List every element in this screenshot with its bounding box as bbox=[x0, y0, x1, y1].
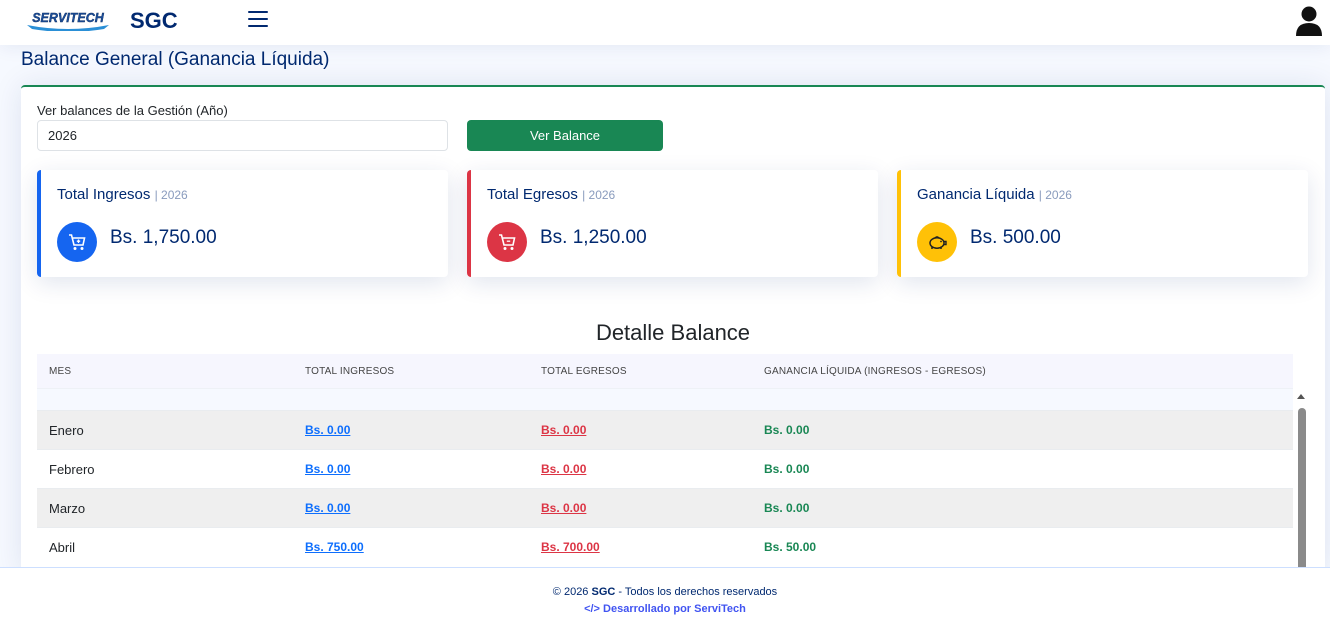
servitech-logo[interactable]: SERVITECH bbox=[24, 9, 112, 31]
svg-text:SERVITECH: SERVITECH bbox=[32, 11, 105, 25]
balance-table: MES TOTAL INGRESOS TOTAL EGRESOS GANANCI… bbox=[37, 354, 1309, 575]
year-input[interactable] bbox=[37, 120, 448, 151]
table-row: Enero Bs. 0.00 Bs. 0.00 Bs. 0.00 bbox=[37, 410, 1293, 449]
cell-ganancia: Bs. 0.00 bbox=[764, 501, 810, 515]
user-avatar-icon[interactable] bbox=[1294, 5, 1324, 37]
column-header-ingresos[interactable]: TOTAL INGRESOS bbox=[305, 366, 394, 377]
cell-ingresos-link[interactable]: Bs. 750.00 bbox=[305, 540, 364, 554]
stat-value: Bs. 500.00 bbox=[970, 227, 1061, 248]
cell-ganancia: Bs. 0.00 bbox=[764, 423, 810, 437]
code-icon: </> bbox=[584, 603, 600, 615]
stat-value: Bs. 1,750.00 bbox=[110, 227, 217, 248]
column-header-egresos[interactable]: TOTAL EGRESOS bbox=[541, 366, 627, 377]
copyright-brand: SGC bbox=[591, 586, 616, 598]
stat-value: Bs. 1,250.00 bbox=[540, 227, 647, 248]
column-header-ganancia[interactable]: GANANCIA LÍQUIDA (INGRESOS - EGRESOS) bbox=[764, 366, 986, 377]
page-title: Balance General (Ganancia Líquida) bbox=[21, 49, 330, 70]
ver-balance-button[interactable]: Ver Balance bbox=[467, 120, 663, 151]
piggy-bank-icon bbox=[917, 222, 957, 262]
top-header: SERVITECH SGC bbox=[0, 0, 1330, 45]
stat-year: | 2026 bbox=[1038, 188, 1072, 202]
cell-ingresos-link[interactable]: Bs. 0.00 bbox=[305, 462, 350, 476]
stat-title-text: Total Ingresos bbox=[57, 186, 151, 203]
table-scrollbar[interactable] bbox=[1295, 388, 1309, 575]
footer-developer-link[interactable]: </> Desarrollado por ServiTech bbox=[0, 603, 1330, 615]
stat-title: Total Egresos | 2026 bbox=[487, 186, 615, 203]
table-row: Febrero Bs. 0.00 Bs. 0.00 Bs. 0.00 bbox=[37, 449, 1293, 488]
footer-copyright: © 2026 SGC - Todos los derechos reservad… bbox=[0, 586, 1330, 598]
column-header-mes[interactable]: MES bbox=[49, 366, 71, 377]
scroll-up-arrow-icon[interactable] bbox=[1297, 394, 1305, 399]
stat-accent-bar bbox=[37, 170, 41, 277]
footer: © 2026 SGC - Todos los derechos reservad… bbox=[0, 567, 1330, 626]
cart-icon bbox=[487, 222, 527, 262]
stat-title-text: Total Egresos bbox=[487, 186, 578, 203]
stat-title-text: Ganancia Líquida bbox=[917, 186, 1035, 203]
cell-mes: Enero bbox=[49, 423, 84, 438]
menu-toggle-icon[interactable] bbox=[248, 11, 268, 29]
stat-title: Ganancia Líquida | 2026 bbox=[917, 186, 1072, 203]
stat-year: | 2026 bbox=[154, 188, 188, 202]
stat-card-ganancia: Ganancia Líquida | 2026 Bs. 500.00 bbox=[897, 170, 1308, 277]
table-body: Enero Bs. 0.00 Bs. 0.00 Bs. 0.00 Febrero… bbox=[37, 388, 1293, 566]
table-row: Marzo Bs. 0.00 Bs. 0.00 Bs. 0.00 bbox=[37, 488, 1293, 527]
scroll-thumb[interactable] bbox=[1298, 408, 1306, 575]
year-label: Ver balances de la Gestión (Año) bbox=[37, 103, 228, 118]
detail-title: Detalle Balance bbox=[595, 320, 751, 345]
copyright-suffix: - Todos los derechos reservados bbox=[618, 586, 778, 598]
cart-icon bbox=[57, 222, 97, 262]
cell-mes: Abril bbox=[49, 540, 76, 555]
cell-mes: Febrero bbox=[49, 462, 95, 477]
stat-accent-bar bbox=[897, 170, 901, 277]
cell-egresos-link[interactable]: Bs. 0.00 bbox=[541, 462, 586, 476]
table-header: MES TOTAL INGRESOS TOTAL EGRESOS GANANCI… bbox=[37, 354, 1293, 388]
cell-ganancia: Bs. 50.00 bbox=[764, 540, 817, 554]
developer-text[interactable]: Desarrollado por ServiTech bbox=[603, 603, 746, 615]
stat-accent-bar bbox=[467, 170, 471, 277]
cell-ingresos-link[interactable]: Bs. 0.00 bbox=[305, 501, 350, 515]
table-spacer-row bbox=[37, 388, 1293, 410]
stat-year: | 2026 bbox=[582, 188, 616, 202]
cell-egresos-link[interactable]: Bs. 0.00 bbox=[541, 423, 586, 437]
cell-egresos-link[interactable]: Bs. 0.00 bbox=[541, 501, 586, 515]
cell-ingresos-link[interactable]: Bs. 0.00 bbox=[305, 423, 350, 437]
stat-title: Total Ingresos | 2026 bbox=[57, 186, 188, 203]
stat-card-egresos: Total Egresos | 2026 Bs. 1,250.00 bbox=[467, 170, 878, 277]
cell-egresos-link[interactable]: Bs. 700.00 bbox=[541, 540, 600, 554]
copyright-prefix: © 2026 bbox=[552, 586, 589, 598]
cell-mes: Marzo bbox=[49, 501, 86, 516]
app-name[interactable]: SGC bbox=[130, 8, 178, 34]
cell-ganancia: Bs. 0.00 bbox=[764, 462, 810, 476]
table-row: Abril Bs. 750.00 Bs. 700.00 Bs. 50.00 bbox=[37, 527, 1293, 566]
stat-card-ingresos: Total Ingresos | 2026 Bs. 1,750.00 bbox=[37, 170, 448, 277]
balance-card: Ver balances de la Gestión (Año) Ver Bal… bbox=[21, 85, 1325, 575]
